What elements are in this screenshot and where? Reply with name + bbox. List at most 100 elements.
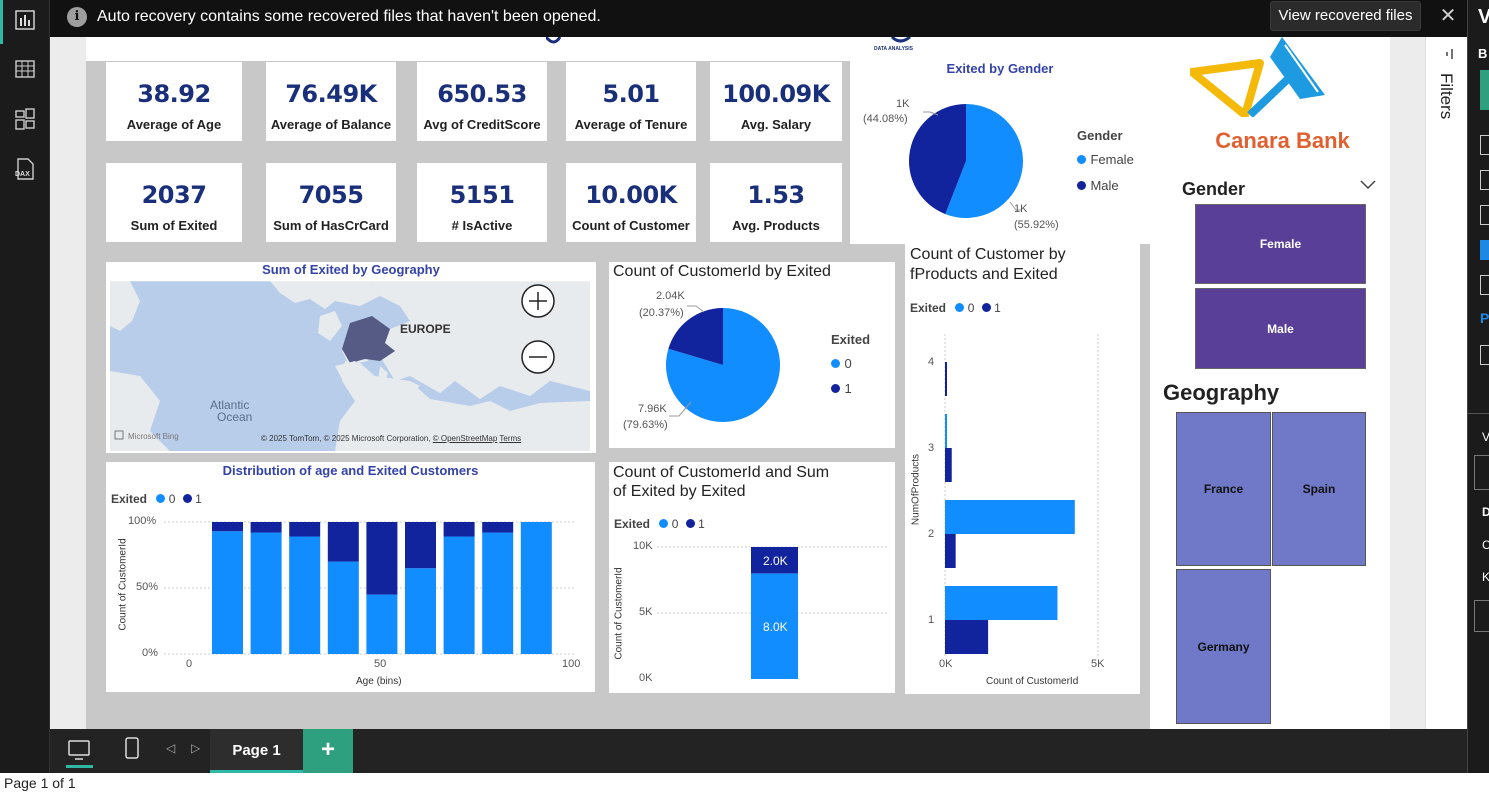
data-label: (44.08%) xyxy=(863,113,908,125)
viz-icon[interactable] xyxy=(1480,345,1489,365)
view-recovered-files-button[interactable]: View recovered files xyxy=(1270,1,1421,31)
bar-exited-1[interactable] xyxy=(945,620,989,654)
viz-icon[interactable] xyxy=(1480,240,1489,260)
bar-segment-exited-1[interactable] xyxy=(212,522,243,532)
x-tick: 0K xyxy=(939,658,953,670)
bar-chart xyxy=(164,521,576,655)
tab-page-1[interactable]: Page 1 xyxy=(210,729,303,773)
geo-item-france[interactable]: France xyxy=(1176,412,1271,566)
mobile-layout-icon[interactable] xyxy=(122,736,142,767)
dax-query-icon[interactable]: DAX xyxy=(13,157,37,181)
map-canvas[interactable] xyxy=(110,281,590,451)
kpi-value: 38.92 xyxy=(137,80,211,108)
bar-segment-exited-0[interactable] xyxy=(405,568,436,654)
kpi-card[interactable]: 38.92 Average of Age xyxy=(106,62,242,141)
viz-icon[interactable] xyxy=(1480,170,1489,190)
bar-segment-exited-1[interactable] xyxy=(250,522,282,533)
bar-exited-0[interactable] xyxy=(945,500,1075,534)
kpi-card[interactable]: 1.53 Avg. Products xyxy=(710,163,842,242)
kpi-card[interactable]: 100.09K Avg. Salary xyxy=(710,62,842,141)
bar-segment-exited-0[interactable] xyxy=(212,531,243,654)
legend-dot-icon xyxy=(1077,181,1086,190)
bar-exited-1[interactable] xyxy=(945,448,952,482)
bar-segment-exited-1[interactable] xyxy=(327,522,359,562)
x-axis-label: Count of CustomerId xyxy=(986,676,1079,687)
slicer-item-male[interactable]: Male xyxy=(1195,288,1366,369)
data-label: (79.63%) xyxy=(623,419,668,431)
bar-segment-exited-0[interactable] xyxy=(482,532,514,654)
kpi-card[interactable]: 76.49K Average of Balance xyxy=(266,62,396,141)
desktop-layout-icon[interactable] xyxy=(67,738,91,767)
products-visual[interactable]: Count of Customer by fProducts and Exite… xyxy=(905,244,1140,694)
viz-icon[interactable] xyxy=(1480,135,1489,155)
bar-segment-exited-0[interactable] xyxy=(520,522,552,654)
osm-link[interactable]: © OpenStreetMap xyxy=(433,434,498,443)
geo-item-germany[interactable]: Germany xyxy=(1176,569,1271,724)
prev-page-icon[interactable]: ◁ xyxy=(166,741,175,755)
map-visual[interactable]: Sum of Exited by Geography EUROPE Atlant… xyxy=(106,262,596,453)
exited-pie-visual[interactable]: Count of CustomerId by Exited 2.04K (20.… xyxy=(609,262,895,448)
bar-segment-exited-0[interactable] xyxy=(366,594,398,654)
close-icon[interactable]: ✕ xyxy=(1438,6,1458,26)
bar-segment-exited-1[interactable] xyxy=(366,522,398,595)
bar-segment-exited-1[interactable] xyxy=(405,522,436,569)
report-view-icon[interactable] xyxy=(13,8,37,32)
kpi-card[interactable]: 10.00K Count of Customer xyxy=(566,163,696,242)
bar-segment-exited-0[interactable] xyxy=(250,532,282,654)
kpi-label: Count of Customer xyxy=(572,218,690,233)
kpi-card[interactable]: 5151 # IsActive xyxy=(417,163,547,242)
bar-segment-exited-1[interactable] xyxy=(289,522,321,537)
x-tick: 50 xyxy=(374,658,387,670)
stacked-exited-visual[interactable]: Count of CustomerId and Sum of Exited by… xyxy=(609,462,895,693)
viz-icon[interactable]: P xyxy=(1480,310,1489,326)
filters-pane-collapsed[interactable]: Filters xyxy=(1425,37,1467,729)
bar-segment-exited-1[interactable] xyxy=(443,522,475,537)
chevron-down-icon[interactable] xyxy=(1360,177,1376,195)
data-label: 1K xyxy=(1014,203,1028,215)
kpi-card[interactable]: 2037 Sum of Exited xyxy=(106,163,242,242)
legend-item[interactable]: Female xyxy=(1077,151,1134,169)
bing-logo: Microsoft Bing xyxy=(128,432,179,441)
build-icon[interactable] xyxy=(1480,70,1489,110)
table-view-icon[interactable] xyxy=(13,57,37,81)
kpi-label: Avg of CreditScore xyxy=(423,117,541,132)
bar-segment-exited-1[interactable] xyxy=(482,522,514,533)
data-label: 8.0K xyxy=(763,620,788,634)
bar-exited-0[interactable] xyxy=(945,414,947,448)
data-label: (55.92%) xyxy=(1014,219,1059,231)
viz-icon[interactable] xyxy=(1480,205,1489,225)
kpi-card[interactable]: 7055 Sum of HasCrCard xyxy=(266,163,396,242)
page-tabs-bar: ◁ ▷ Page 1 + xyxy=(50,729,1467,773)
model-view-icon[interactable] xyxy=(13,107,37,131)
filters-label[interactable]: Filters xyxy=(1436,73,1456,119)
bar-exited-0[interactable] xyxy=(945,586,1058,620)
add-page-button[interactable]: + xyxy=(303,729,353,773)
bar-segment-exited-0[interactable] xyxy=(443,536,475,654)
legend-item[interactable]: 1 xyxy=(831,380,852,398)
kpi-value: 7055 xyxy=(298,181,364,209)
legend-title: Gender xyxy=(1077,128,1123,143)
age-distribution-visual[interactable]: Distribution of age and Exited Customers… xyxy=(106,462,595,692)
next-page-icon[interactable]: ▷ xyxy=(191,741,200,755)
kpi-card[interactable]: 650.53 Avg of CreditScore xyxy=(417,62,547,141)
bar-segment-exited-0[interactable] xyxy=(327,561,359,654)
bar-segment-exited-0[interactable] xyxy=(289,536,321,654)
expand-icon[interactable] xyxy=(1444,47,1453,59)
kpi-card[interactable]: 5.01 Average of Tenure xyxy=(566,62,696,141)
slicer-title: Gender xyxy=(1182,179,1246,199)
kpi-value: 10.00K xyxy=(585,181,677,209)
bar-exited-1[interactable] xyxy=(945,534,956,568)
bar-exited-1[interactable] xyxy=(945,362,947,396)
slicer-item-female[interactable]: Female xyxy=(1195,204,1366,284)
kpi-label: Avg. Salary xyxy=(740,117,812,132)
geo-item-spain[interactable]: Spain xyxy=(1272,412,1366,566)
kpi-value: 5.01 xyxy=(602,80,660,108)
gender-pie-visual[interactable]: Exited by Gender 1K (44.08%) 1K (55.92%)… xyxy=(850,50,1150,244)
pane-title: V xyxy=(1478,6,1489,28)
legend-item[interactable]: Male xyxy=(1077,177,1119,195)
terms-link[interactable]: Terms xyxy=(499,434,521,443)
y-axis-label: Count of CustomerId xyxy=(613,567,625,660)
y-tick: 1 xyxy=(928,614,935,626)
viz-icon[interactable] xyxy=(1480,275,1489,295)
legend-item[interactable]: 0 xyxy=(831,355,852,373)
